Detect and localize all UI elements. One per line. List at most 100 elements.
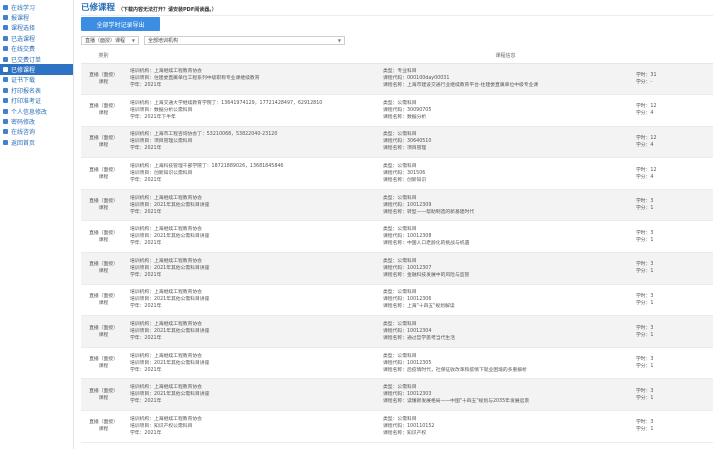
sidebar: 在线学习 报课程 课程选择 已选课程 在线交费 已交费订单 已修课程 证书下载 …: [0, 0, 74, 449]
sidebar-item-paid-orders[interactable]: 已交费订单: [0, 54, 73, 64]
cell-hours-line: 学时：3: [636, 357, 654, 363]
column-header-category: 类别: [81, 49, 126, 64]
export-all-hours-button[interactable]: 全部学时记录导出: [81, 17, 160, 31]
sidebar-item-print-admission[interactable]: 打印准考证: [0, 96, 73, 106]
cell-course-info-line: 课程代码：10012306: [383, 297, 432, 303]
sidebar-item-online-study[interactable]: 在线学习: [0, 2, 73, 12]
cell-category-line: 课程: [98, 174, 109, 180]
cell-org-info-line: 培训机构：上海科技管理干部学院丁：18721889026，13681845846: [130, 164, 284, 170]
sidebar-item-course-select[interactable]: 课程选择: [0, 23, 73, 33]
sidebar-item-label: 打印报名表: [11, 87, 42, 95]
sidebar-item-selected-courses[interactable]: 已选课程: [0, 33, 73, 43]
table-header-row: 类别 课程信息: [81, 49, 713, 64]
sidebar-item-enroll[interactable]: 报课程: [0, 12, 73, 22]
cell-org-info: 培训机构：上海继续工程教育协会 培训项目：2021年其他公需科目讲座 学年：2021…: [126, 284, 379, 317]
cell-org-info-line: 培训项目：2021年其他公需科目讲座: [130, 392, 210, 398]
cell-course-info-line: 类型：公需科目: [383, 195, 417, 201]
cell-category-line: 课程: [98, 269, 109, 275]
cell-course-info: 类型：公需科目 课程代码：10012304 课程名称：通过哲学思考当代生活: [379, 315, 632, 348]
cell-category-line: 课程: [98, 395, 109, 401]
completed-courses-table: 类别 课程信息 直播（面授） 课程 培训机构：上海继续工程教育协会 培训项目：住建委直…: [81, 49, 713, 443]
sidebar-item-completed-courses[interactable]: 已修课程: [0, 64, 73, 75]
sidebar-item-online-payment[interactable]: 在线交费: [0, 44, 73, 54]
cell-hours-line: 学时：3: [636, 420, 654, 426]
org-select[interactable]: 全部培训机构 ▼: [144, 36, 345, 45]
sidebar-item-label: 报课程: [11, 15, 30, 23]
cell-org-info-line: 培训项目：项目管理公需科目: [130, 139, 193, 145]
table-row: 直播（面授） 课程 培训机构：上海交通大学继续教育学院丁：13641974129，1…: [81, 94, 713, 127]
order-icon: [3, 56, 8, 62]
cell-category-line: 课程: [98, 237, 109, 243]
table-row: 直播（面授） 课程 培训机构：上海继续工程教育协会 培训项目：2021年其他公需科目讲…: [81, 378, 713, 412]
table-row: 直播（面授） 课程 培训机构：上海科技管理干部学院丁：18721889026，136…: [81, 157, 713, 190]
cell-hours-line: 学时：3: [636, 262, 654, 268]
cell-org-info-line: 学年：2021年: [130, 209, 162, 215]
cell-org-info-line: 培训项目：数据分析公需科目: [130, 107, 193, 113]
course-type-select[interactable]: 直播（面授）课程 ▼: [81, 36, 139, 45]
cell-category-line: 直播（面授）: [89, 420, 118, 426]
cell-course-info-line: 课程名称：后疫情时代，社保征收改革和疫情下就业困境的多重解析: [383, 367, 527, 373]
cell-course-info-line: 课程代码：30090705: [383, 107, 432, 113]
table-row: 直播（面授） 课程 培训机构：上海继续工程教育协会 培训项目：住建委直属单位工程系列中…: [81, 63, 713, 96]
cell-hours-line: 学分：1: [636, 300, 654, 306]
sidebar-item-home[interactable]: 返回首页: [0, 137, 73, 147]
sidebar-item-print-registration[interactable]: 打印报名表: [0, 85, 73, 95]
cell-org-info-line: 培训机构：上海继续工程教育协会: [130, 322, 202, 328]
sidebar-item-edit-profile[interactable]: 个人信息修改: [0, 106, 73, 116]
cell-category: 直播（面授） 课程: [81, 63, 126, 96]
table-row: 直播（面授） 课程 培训机构：上海继续工程教育协会 培训项目：2021年其他公需科目讲…: [81, 347, 713, 380]
cell-course-info: 类型：公需科目 课程代码：10012307 课程名称：金融科技发展中的风险与监管: [379, 252, 632, 285]
cell-course-info-line: 课程名称：转型——帮助制造的新基建时代: [383, 209, 475, 215]
cell-hours-line: 学分：1: [636, 237, 654, 243]
cell-org-info-line: 培训项目：知识产权公需科目: [130, 423, 193, 429]
cell-category: 直播（面授） 课程: [81, 252, 126, 285]
sidebar-item-label: 返回首页: [11, 139, 36, 147]
cell-category-line: 直播（面授）: [89, 388, 118, 394]
cell-category-line: 课程: [98, 111, 109, 117]
main-content: 已修课程 （下载内容无法打开？请安装PDF阅读器。） 全部学时记录导出 直播（面…: [81, 0, 713, 449]
cell-course-info-line: 课程名称：金融科技发展中的风险与监管: [383, 272, 470, 278]
cell-category-line: 课程: [98, 332, 109, 338]
certificate-icon: [3, 77, 8, 83]
cell-org-info: 培训机构：上海继续工程教育协会 培训项目：2021年其他公需科目讲座 学年：2021…: [126, 189, 379, 222]
cell-hours: 学时：12 学分：4: [632, 126, 713, 159]
cell-course-info: 类型：公需科目 课程代码：10012306 课程名称：上海"十四五"规划解读: [379, 284, 632, 317]
sidebar-item-label: 已交费订单: [11, 56, 42, 64]
chevron-down-icon: ▼: [337, 38, 341, 43]
cell-hours: 学时：3 学分：1: [632, 315, 713, 348]
cell-hours-line: 学时：3: [636, 230, 654, 236]
printer-icon: [3, 98, 8, 104]
cell-course-info-line: 类型：公需科目: [383, 290, 417, 296]
cell-hours-line: 学时：12: [636, 135, 657, 141]
chat-icon: [3, 129, 8, 135]
sidebar-item-label: 在线交费: [11, 46, 36, 54]
sidebar-item-online-consult[interactable]: 在线咨询: [0, 127, 73, 137]
cell-org-info-line: 培训机构：上海继续工程教育协会: [130, 195, 202, 201]
cell-org-info: 培训机构：上海交通大学继续教育学院丁：13641974129，177214284…: [126, 94, 379, 127]
cell-hours-line: 学分：1: [636, 427, 654, 433]
cell-org-info-line: 学年：2021年: [130, 399, 162, 405]
cell-org-info: 培训机构：上海继续工程教育协会 培训项目：2021年其他公需科目讲座 学年：2021…: [126, 252, 379, 285]
cell-course-info-line: 课程代码：000100day00031: [383, 76, 450, 82]
cell-course-info: 类型：公需科目 课程代码：10012309 课程名称：转型——帮助制造的新基建时代: [379, 189, 632, 222]
cell-category: 直播（面授） 课程: [81, 410, 126, 443]
cell-org-info-line: 培训机构：上海继续工程教育协会: [130, 385, 202, 391]
cell-category: 直播（面授） 课程: [81, 126, 126, 159]
cell-course-info: 类型：公需科目 课程代码：100110152 课程名称：知识产权: [379, 410, 632, 443]
sidebar-item-change-password[interactable]: 密码修改: [0, 116, 73, 126]
cell-hours-line: 学分：4: [636, 174, 654, 180]
cell-org-info-line: 培训项目：创新知识公需科目: [130, 171, 193, 177]
cell-org-info-line: 培训机构：上海交通大学继续教育学院丁：13641974129，177214284…: [130, 100, 323, 106]
cell-org-info: 培训机构：上海市工程咨询协会丁：53210068，53822040-23120 培…: [126, 126, 379, 159]
cell-org-info-line: 培训机构：上海继续工程教育协会: [130, 290, 202, 296]
cell-org-info-line: 学年：2021年: [130, 304, 162, 310]
cell-hours: 学时：3 学分：1: [632, 410, 713, 443]
cell-category-line: 课程: [98, 142, 109, 148]
sidebar-item-label: 在线咨询: [11, 129, 36, 137]
cell-category: 直播（面授） 课程: [81, 378, 126, 412]
sidebar-item-certificate-download[interactable]: 证书下载: [0, 75, 73, 85]
table-row: 直播（面授） 课程 培训机构：上海继续工程教育协会 培训项目：知识产权公需科目 学年：2…: [81, 410, 713, 443]
cell-course-info-line: 类型：专业科目: [383, 69, 417, 75]
check-book-icon: [3, 67, 8, 73]
sidebar-item-label: 个人信息修改: [11, 108, 48, 116]
